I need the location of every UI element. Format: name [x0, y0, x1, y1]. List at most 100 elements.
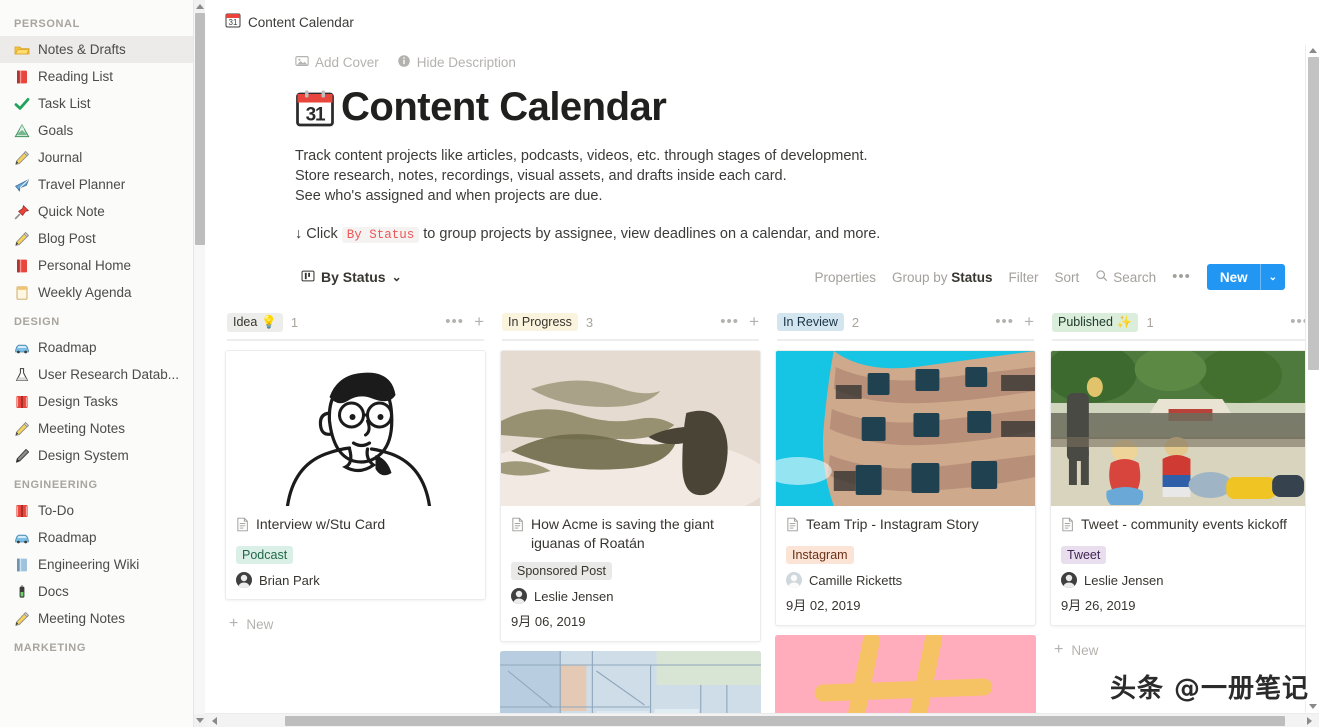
sidebar-item-meeting-notes[interactable]: Meeting Notes [0, 605, 205, 632]
sidebar-item-task-list[interactable]: Task List [0, 90, 205, 117]
add-cover-button[interactable]: Add Cover [295, 54, 379, 71]
scroll-up-button[interactable] [1306, 43, 1319, 57]
sidebar-scroll-up-button[interactable] [194, 0, 205, 13]
sort-button[interactable]: Sort [1055, 270, 1080, 285]
sidebar-item-travel-planner[interactable]: Travel Planner [0, 171, 205, 198]
image-icon [295, 54, 309, 71]
column-more-button[interactable]: ••• [1290, 314, 1305, 329]
calendar-31-icon: 31 [295, 88, 335, 128]
card-title: Team Trip - Instagram Story [786, 515, 1025, 537]
column-actions: ••• + [720, 313, 759, 330]
new-button[interactable]: New ⌄ [1206, 264, 1285, 290]
sidebar-item-user-research-datab[interactable]: User Research Datab... [0, 361, 205, 388]
sidebar-item-journal[interactable]: Journal [0, 144, 205, 171]
card-body: Interview w/Stu Card Podcast Brian Park [226, 506, 485, 599]
column-add-card-button[interactable]: + [749, 313, 759, 330]
sidebar-item-label: Journal [38, 150, 83, 165]
card-tag[interactable]: Instagram [786, 546, 854, 564]
sidebar-item-personal-home[interactable]: Personal Home [0, 252, 205, 279]
column-card-count: 1 [1146, 314, 1154, 330]
hide-description-button[interactable]: Hide Description [397, 54, 516, 71]
scroll-left-button[interactable] [205, 714, 220, 727]
card-cover-image [226, 351, 485, 506]
sidebar-item-roadmap[interactable]: Roadmap [0, 524, 205, 551]
sidebar-scroll-down-button[interactable] [194, 714, 205, 727]
page-title[interactable]: 31 Content Calendar [295, 85, 1285, 130]
sidebar-item-design-system[interactable]: Design System [0, 442, 205, 469]
column-status-chip[interactable]: Idea 💡 [227, 312, 283, 332]
more-options-button[interactable]: ••• [1172, 269, 1191, 284]
sidebar-item-design-tasks[interactable]: Design Tasks [0, 388, 205, 415]
scroll-down-button[interactable] [1306, 699, 1319, 713]
board-card[interactable] [775, 635, 1036, 713]
sidebar-item-notes-drafts[interactable]: Notes & Drafts [0, 36, 205, 63]
column-status-chip[interactable]: In Review [777, 313, 844, 331]
page-title-text: Content Calendar [341, 85, 667, 129]
card-assignee: Leslie Jensen [1061, 572, 1300, 588]
column-status-label: In Review [783, 315, 838, 329]
plus-icon: + [229, 615, 239, 632]
column-new-card-row[interactable]: + New [225, 609, 486, 639]
sidebar-item-label: Blog Post [38, 231, 96, 246]
avatar [236, 572, 252, 588]
card-tag-row: Podcast [236, 546, 475, 564]
column-status-chip[interactable]: In Progress [502, 313, 578, 331]
scroll-right-button[interactable] [1304, 714, 1319, 727]
board-card[interactable]: Tweet - community events kickoff Tweet Les… [1050, 350, 1305, 626]
sidebar-item-meeting-notes[interactable]: Meeting Notes [0, 415, 205, 442]
by-status-code-chip[interactable]: By Status [341, 227, 420, 243]
board-card[interactable] [500, 651, 761, 713]
sidebar-scrollbar-thumb[interactable] [195, 13, 205, 245]
sidebar-item-goals[interactable]: Goals [0, 117, 205, 144]
column-more-button[interactable]: ••• [995, 314, 1014, 329]
pencil-icon [14, 421, 30, 437]
column-add-card-button[interactable]: + [474, 313, 484, 330]
hint-prefix: ↓ Click [295, 226, 338, 242]
column-status-chip[interactable]: Published ✨ [1052, 312, 1139, 332]
view-tab-by-status[interactable]: By Status ⌄ [295, 266, 408, 289]
sidebar-scrollbar[interactable] [193, 0, 205, 727]
chevron-down-icon[interactable]: ⌄ [1261, 272, 1285, 283]
breadcrumb-title[interactable]: Content Calendar [248, 15, 354, 30]
column-new-card-row[interactable]: + New [1050, 635, 1305, 665]
sidebar-item-to-do[interactable]: To-Do [0, 497, 205, 524]
sidebar-item-roadmap[interactable]: Roadmap [0, 334, 205, 361]
page-description[interactable]: Track content projects like articles, po… [295, 146, 1285, 245]
column-status-emoji-icon: 💡 [261, 314, 277, 329]
board-card[interactable]: Interview w/Stu Card Podcast Brian Park [225, 350, 486, 600]
column-card-count: 3 [585, 314, 594, 330]
sidebar-item-engineering-wiki[interactable]: Engineering Wiki [0, 551, 205, 578]
card-tag[interactable]: Tweet [1061, 546, 1107, 564]
vertical-scrollbar-thumb[interactable] [1308, 57, 1319, 370]
card-assignee: Brian Park [236, 572, 475, 588]
properties-button[interactable]: Properties [814, 270, 876, 285]
horizontal-scrollbar-thumb[interactable] [285, 715, 1285, 726]
card-tag[interactable]: Podcast [236, 546, 294, 564]
board-card[interactable]: How Acme is saving the giant iguanas of … [500, 350, 761, 642]
column-more-button[interactable]: ••• [720, 314, 739, 329]
board-card[interactable]: Team Trip - Instagram Story Instagram Cami… [775, 350, 1036, 626]
sidebar-item-docs[interactable]: Docs [0, 578, 205, 605]
sidebar-item-blog-post[interactable]: Blog Post [0, 225, 205, 252]
sidebar: PERSONAL Notes & Drafts Reading List Task L… [0, 0, 205, 727]
sidebar-item-weekly-agenda[interactable]: Weekly Agenda [0, 279, 205, 306]
card-tag-row: Instagram [786, 546, 1025, 564]
sidebar-item-reading-list[interactable]: Reading List [0, 63, 205, 90]
sidebar-item-label: Docs [38, 584, 69, 599]
card-tag[interactable]: Sponsored Post [511, 562, 612, 580]
column-add-card-button[interactable]: + [1024, 313, 1034, 330]
sidebar-section-header: MARKETING [14, 642, 87, 654]
description-hint: ↓ Click By Status to group projects by a… [295, 224, 1285, 245]
car-icon [14, 340, 30, 356]
column-more-button[interactable]: ••• [445, 314, 464, 329]
filter-button[interactable]: Filter [1009, 270, 1039, 285]
horizontal-scrollbar-track[interactable] [220, 714, 1304, 727]
search-button[interactable]: Search [1095, 269, 1156, 285]
column-status-emoji-icon: ✨ [1116, 314, 1133, 329]
sidebar-item-quick-note[interactable]: Quick Note [0, 198, 205, 225]
main-vertical-scrollbar[interactable] [1305, 45, 1319, 713]
document-icon [786, 517, 800, 537]
horizontal-scrollbar[interactable] [205, 713, 1319, 727]
group-by-button[interactable]: Group by Status [892, 270, 993, 285]
calendar-31-icon: 31 [225, 12, 241, 33]
